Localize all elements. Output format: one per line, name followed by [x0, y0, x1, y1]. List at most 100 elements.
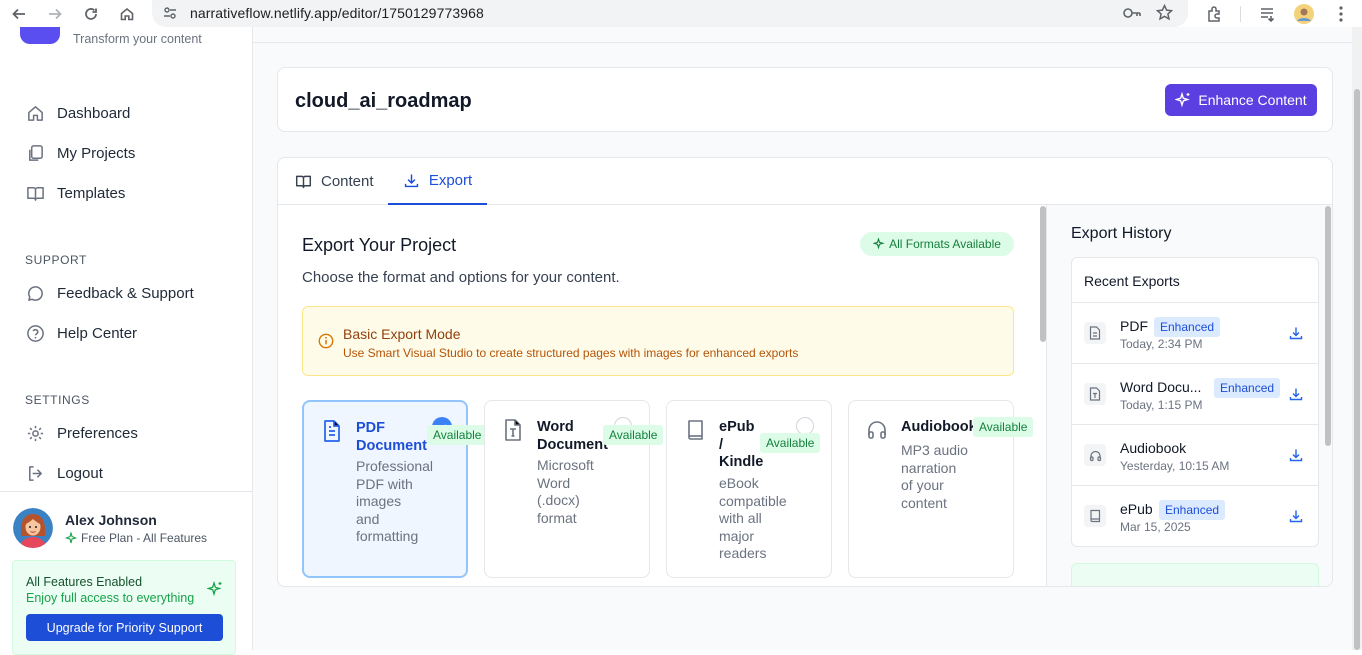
history-panel-scrollbar[interactable]	[1325, 206, 1331, 446]
available-badge: Available	[427, 425, 488, 445]
history-row: PDF Enhanced Today, 2:34 PM	[1072, 303, 1318, 363]
nav-item-feedback-support[interactable]: Feedback & Support	[25, 282, 194, 304]
nav-item-my-projects[interactable]: My Projects	[25, 142, 135, 164]
recent-exports-heading: Recent Exports	[1084, 273, 1180, 289]
upgrade-button[interactable]: Upgrade for Priority Support	[26, 614, 223, 641]
headphones-icon	[866, 418, 888, 442]
export-history-title: Export History	[1071, 225, 1172, 242]
app-logo[interactable]	[20, 27, 60, 44]
password-key-icon[interactable]	[1122, 5, 1142, 21]
extensions-icon[interactable]	[1205, 4, 1225, 24]
nav-label: Feedback & Support	[57, 284, 194, 302]
divider	[0, 491, 252, 492]
nav-item-dashboard[interactable]: Dashboard	[25, 102, 130, 124]
book-open-icon	[25, 183, 45, 203]
history-name: PDF	[1120, 318, 1148, 334]
file-text-icon	[321, 419, 343, 443]
home-icon[interactable]	[117, 4, 137, 24]
history-name: Audiobook	[1120, 440, 1187, 456]
page-scrollbar[interactable]	[1352, 27, 1362, 650]
download-icon[interactable]	[1289, 387, 1303, 401]
browser-toolbar: narrativeflow.netlify.app/editor/1750129…	[0, 0, 1362, 27]
download-icon[interactable]	[1289, 509, 1303, 523]
reload-icon[interactable]	[81, 4, 101, 24]
format-card-pdf[interactable]: PDF Document Professional PDF with images an…	[302, 400, 488, 578]
features-active-card	[1071, 563, 1319, 586]
user-avatar[interactable]	[13, 508, 53, 548]
format-name: Word Document	[537, 419, 608, 453]
back-arrow-icon[interactable]	[9, 4, 29, 24]
nav-item-logout[interactable]: Logout	[25, 462, 103, 484]
nav-item-help-center[interactable]: Help Center	[25, 322, 137, 344]
format-name: Audiobook	[901, 419, 977, 435]
url-text[interactable]: narrativeflow.netlify.app/editor/1750129…	[190, 5, 484, 21]
tab-label: Content	[321, 173, 374, 190]
format-card-epub[interactable]: ePub / Kindle eBook compatible with all major…	[666, 400, 832, 578]
user-plan-label: Free Plan - All Features	[81, 531, 208, 545]
download-icon	[404, 174, 418, 188]
book-icon	[1084, 505, 1106, 527]
book-icon	[684, 418, 706, 442]
available-badge: Available	[973, 417, 1034, 437]
format-card-word[interactable]: Word Document Microsoft Word (.docx) format …	[484, 400, 664, 578]
history-row: Word Docu... Enhanced Today, 1:15 PM	[1072, 364, 1318, 424]
help-circle-icon	[25, 323, 45, 343]
reading-list-icon[interactable]	[1258, 4, 1278, 24]
history-date: Today, 2:34 PM	[1120, 337, 1203, 351]
headphones-icon	[1084, 444, 1106, 466]
forward-arrow-icon[interactable]	[45, 4, 65, 24]
tab-content[interactable]: Content	[295, 158, 374, 205]
logout-icon	[25, 463, 45, 483]
export-subtitle: Choose the format and options for your c…	[302, 269, 620, 286]
tab-export[interactable]: Export	[388, 158, 487, 205]
editor-card: Content Export Export Your Project Choos…	[277, 157, 1333, 587]
history-name: ePub	[1120, 501, 1153, 517]
history-name: Word Docu...	[1120, 379, 1202, 395]
toolbar-divider	[1240, 6, 1241, 22]
enhanced-badge: Enhanced	[1159, 500, 1226, 520]
download-icon[interactable]	[1289, 326, 1303, 340]
history-date: Mar 15, 2025	[1120, 520, 1191, 534]
file-type-icon	[1084, 383, 1106, 405]
download-icon[interactable]	[1289, 448, 1303, 462]
nav-label: Logout	[57, 464, 103, 482]
nav-item-preferences[interactable]: Preferences	[25, 422, 138, 444]
address-bar[interactable]: narrativeflow.netlify.app/editor/1750129…	[152, 0, 1188, 27]
format-description: Professional PDF with images and formatting	[356, 458, 434, 544]
available-badge: Available	[760, 433, 821, 453]
format-name: ePub / Kindle	[719, 419, 764, 470]
bookmark-star-icon[interactable]	[1156, 4, 1173, 21]
user-plan: Free Plan - All Features	[65, 531, 207, 545]
page-scrollbar-thumb[interactable]	[1354, 89, 1360, 650]
site-settings-icon[interactable]	[162, 5, 178, 21]
more-menu-icon[interactable]	[1331, 4, 1351, 24]
nav-label: Preferences	[57, 424, 138, 442]
history-row: ePub Enhanced Mar 15, 2025	[1072, 486, 1318, 546]
notice-title: Basic Export Mode	[343, 326, 461, 342]
format-card-audiobook[interactable]: Audiobook MP3 audio narration of your conte…	[848, 400, 1034, 578]
enhanced-badge: Enhanced	[1154, 317, 1221, 337]
enhanced-badge: Enhanced	[1214, 378, 1281, 398]
enhance-content-button[interactable]: Enhance Content	[1165, 84, 1317, 116]
profile-avatar-icon[interactable]	[1294, 4, 1314, 24]
nav-item-templates[interactable]: Templates	[25, 182, 125, 204]
nav-label: My Projects	[57, 144, 136, 162]
home-icon	[25, 103, 45, 123]
export-title: Export Your Project	[302, 235, 457, 255]
all-formats-label: All Formats Available	[889, 237, 1001, 251]
project-title: cloud_ai_roadmap	[295, 90, 472, 112]
features-card-title: All Features Enabled	[26, 575, 143, 589]
recent-exports-card: Recent Exports PDF Enhanced Today, 2:34 …	[1071, 257, 1319, 547]
notice-text: Use Smart Visual Studio to create struct…	[343, 346, 799, 360]
export-panel: Export Your Project Choose the format an…	[278, 205, 1038, 586]
divider	[253, 42, 1352, 43]
basic-export-notice: Basic Export Mode Use Smart Visual Studi…	[302, 306, 1014, 376]
tab-bar: Content Export	[278, 158, 1332, 205]
format-description: MP3 audio narration of your content	[901, 442, 968, 511]
book-open-icon	[295, 175, 312, 189]
sidebar: Transform your content Dashboard My Proj…	[0, 27, 253, 655]
nav-label: Help Center	[57, 324, 138, 342]
main-area: cloud_ai_roadmap Enhance Content Content…	[253, 27, 1352, 650]
app-tagline: Transform your content	[73, 32, 202, 46]
tab-label: Export	[428, 172, 473, 189]
